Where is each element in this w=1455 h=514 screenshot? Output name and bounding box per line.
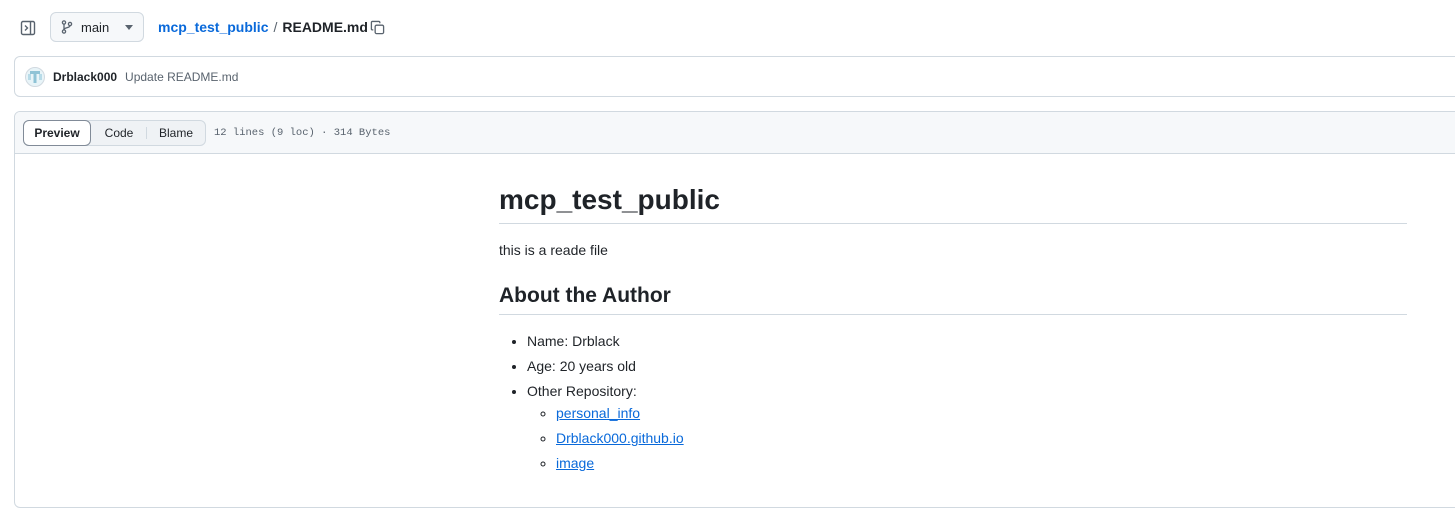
view-mode-toggle: Preview Code Blame [23,119,206,146]
commit-message[interactable]: Update README.md [125,70,238,84]
list-item: Drblack000.github.io [556,428,1407,448]
tab-blame[interactable]: Blame [147,121,205,145]
list-item-label: Other Repository: [527,383,637,399]
file-viewer: Preview Code Blame 12 lines (9 loc) · 31… [14,111,1455,508]
link-personal-info[interactable]: personal_info [556,405,640,421]
commit-author[interactable]: Drblack000 [53,70,117,84]
file-header: Preview Code Blame 12 lines (9 loc) · 31… [15,112,1455,154]
tab-preview[interactable]: Preview [23,119,91,146]
list-item: image [556,453,1407,473]
repository-links-list: personal_info Drblack000.github.io image [527,403,1407,473]
branch-name: main [81,19,110,35]
file-toolbar: main mcp_test_public / README.md [0,0,1455,54]
breadcrumb-file-name: README.md [282,19,368,35]
avatar[interactable] [25,66,45,87]
branch-selector-button[interactable]: main [50,12,144,42]
breadcrumb-repo-link[interactable]: mcp_test_public [158,19,268,35]
readme-content: mcp_test_public this is a reade file Abo… [499,182,1407,473]
sidebar-expand-icon[interactable] [14,14,42,42]
breadcrumb-separator: / [273,19,278,35]
copy-icon[interactable] [366,16,388,38]
tab-code[interactable]: Code [91,121,147,145]
list-item: Name: Drblack [527,331,1407,351]
author-info-list: Name: Drblack Age: 20 years old Other Re… [499,331,1407,473]
git-branch-icon [61,20,73,34]
file-meta: 12 lines (9 loc) · 314 Bytes [214,126,391,139]
list-item: Other Repository: personal_info Drblack0… [527,381,1407,473]
latest-commit-bar: Drblack000 Update README.md [14,56,1455,97]
link-github-io[interactable]: Drblack000.github.io [556,430,684,446]
readme-intro: this is a reade file [499,242,608,258]
list-item: Age: 20 years old [527,356,1407,376]
list-item: personal_info [556,403,1407,423]
breadcrumb: mcp_test_public / README.md [158,17,368,37]
triangle-down-icon [125,24,133,30]
readme-title: mcp_test_public [499,182,1407,224]
link-image[interactable]: image [556,455,594,471]
section-heading: About the Author [499,282,1407,315]
